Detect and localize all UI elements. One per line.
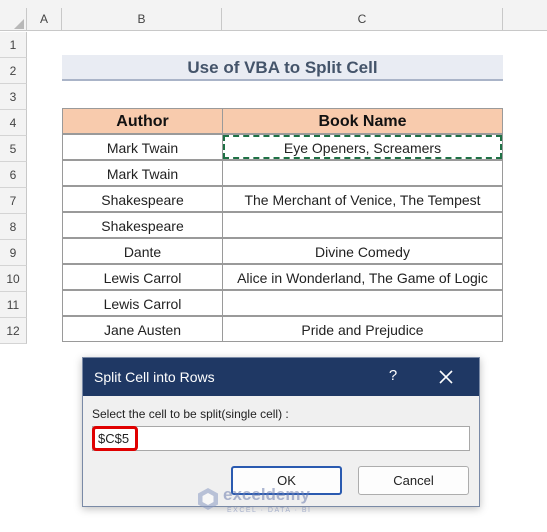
author-cell[interactable]: Lewis Carrol: [62, 264, 223, 290]
row-header-12[interactable]: 12: [0, 318, 27, 344]
column-header-a[interactable]: A: [27, 8, 62, 31]
row-header-5[interactable]: 5: [0, 136, 27, 162]
cancel-button[interactable]: Cancel: [358, 466, 469, 495]
row-header-8[interactable]: 8: [0, 214, 27, 240]
exceldemy-logo-icon: [198, 488, 218, 510]
close-icon[interactable]: [437, 368, 455, 386]
row-header-3[interactable]: 3: [0, 84, 27, 110]
table-row: Mark Twain Eye Openers, Screamers: [62, 134, 503, 160]
author-cell[interactable]: Jane Austen: [62, 316, 223, 342]
author-cell[interactable]: Shakespeare: [62, 212, 223, 238]
dialog-titlebar[interactable]: Split Cell into Rows ?: [83, 358, 479, 396]
table-row: Shakespeare The Merchant of Venice, The …: [62, 186, 503, 212]
book-cell-selected[interactable]: Eye Openers, Screamers: [222, 134, 503, 160]
row-header-10[interactable]: 10: [0, 266, 27, 292]
table-row: Jane Austen Pride and Prejudice: [62, 316, 503, 342]
watermark-name: exceldemy: [223, 485, 310, 504]
column-header-row: A B C: [0, 8, 547, 31]
column-header-c[interactable]: C: [222, 8, 503, 31]
book-cell[interactable]: Pride and Prejudice: [222, 316, 503, 342]
table-row: Lewis Carrol Alice in Wonderland, The Ga…: [62, 264, 503, 290]
book-cell[interactable]: The Merchant of Venice, The Tempest: [222, 186, 503, 212]
table-row: Dante Divine Comedy: [62, 238, 503, 264]
header-author[interactable]: Author: [62, 108, 223, 134]
book-cell[interactable]: [222, 212, 503, 238]
book-cell[interactable]: Alice in Wonderland, The Game of Logic: [222, 264, 503, 290]
select-all-corner[interactable]: [0, 8, 27, 31]
author-cell[interactable]: Shakespeare: [62, 186, 223, 212]
table-row: Mark Twain: [62, 160, 503, 186]
ribbon-edge: [0, 0, 547, 8]
help-button[interactable]: ?: [383, 358, 403, 394]
dialog-prompt: Select the cell to be split(single cell)…: [92, 407, 289, 421]
author-cell[interactable]: Mark Twain: [62, 134, 223, 160]
row-header-2[interactable]: 2: [0, 58, 27, 84]
header-book-name[interactable]: Book Name: [222, 108, 503, 134]
sheet-title[interactable]: Use of VBA to Split Cell: [62, 55, 503, 81]
table-row: Lewis Carrol: [62, 290, 503, 316]
row-header-11[interactable]: 11: [0, 292, 27, 318]
author-cell[interactable]: Mark Twain: [62, 160, 223, 186]
column-header-b[interactable]: B: [62, 8, 222, 31]
book-cell[interactable]: Divine Comedy: [222, 238, 503, 264]
book-cell[interactable]: [222, 160, 503, 186]
book-cell[interactable]: [222, 290, 503, 316]
author-cell[interactable]: Dante: [62, 238, 223, 264]
row-header-6[interactable]: 6: [0, 162, 27, 188]
row-header-4[interactable]: 4: [0, 110, 27, 136]
table-header-row: Author Book Name: [62, 108, 503, 134]
author-cell[interactable]: Lewis Carrol: [62, 290, 223, 316]
table-row: Shakespeare: [62, 212, 503, 238]
row-header-1[interactable]: 1: [0, 32, 27, 58]
row-header-9[interactable]: 9: [0, 240, 27, 266]
exceldemy-watermark: exceldemy EXCEL · DATA · BI: [197, 485, 347, 525]
cell-reference-input[interactable]: [92, 426, 470, 451]
dialog-title: Split Cell into Rows: [94, 369, 215, 385]
watermark-tagline: EXCEL · DATA · BI: [227, 507, 312, 514]
row-header-7[interactable]: 7: [0, 188, 27, 214]
